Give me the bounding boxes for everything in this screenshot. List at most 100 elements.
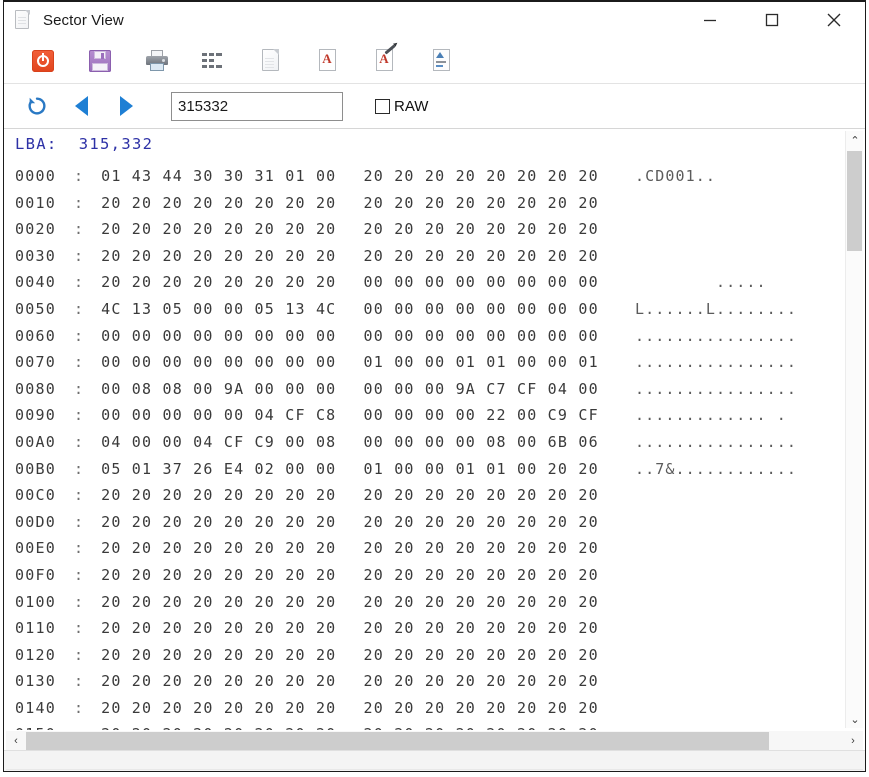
close-button[interactable] [803,2,865,38]
next-sector-button[interactable] [104,87,149,125]
hex-bytes-right: 20 20 20 20 20 20 20 20 [363,246,599,265]
pdf-page-icon: A [318,49,337,72]
hex-ascii: L......L........ [634,299,798,318]
hex-row: 0080 : 00 08 08 00 9A 00 00 00 00 00 00 … [15,376,844,403]
hex-offset: 0000 [15,167,56,185]
window-title: Sector View [43,11,124,29]
minimize-icon [704,19,716,22]
close-icon [827,13,841,27]
hex-bytes-left: 20 20 20 20 20 20 20 20 [101,645,337,664]
lba-input[interactable] [171,91,343,121]
hex-offset: 0040 [15,273,56,292]
hex-ascii: .CD001.. [634,167,716,185]
hex-row: 00C0 : 20 20 20 20 20 20 20 20 20 20 20 … [15,482,844,509]
vertical-scroll-track[interactable] [846,149,863,710]
hex-separator: : [55,379,102,398]
hex-bytes-left: 00 00 00 00 00 00 00 00 [101,326,337,345]
hex-bytes-left: 20 20 20 20 20 20 20 20 [101,193,337,212]
hex-separator: : [55,672,102,691]
hex-row: 0040 : 20 20 20 20 20 20 20 20 00 00 00 … [15,269,844,296]
hex-bytes-left: 20 20 20 20 20 20 20 20 [101,565,337,584]
hex-bytes-left: 01 43 44 30 30 31 01 00 [101,167,337,185]
scroll-left-button[interactable]: ‹ [6,731,26,751]
properties-button[interactable] [185,41,242,81]
power-stop-icon [31,49,54,72]
hex-offset: 0030 [15,246,56,265]
hex-row: 0030 : 20 20 20 20 20 20 20 20 20 20 20 … [15,243,844,270]
hex-separator: : [55,246,102,265]
hex-offset: 0090 [15,406,56,425]
report-button[interactable] [413,41,470,81]
hex-ascii: ..... [634,273,767,292]
hex-bytes-right: 20 20 20 20 20 20 20 20 [364,725,599,730]
hex-separator: : [55,512,102,531]
hex-offset: 0150 [15,725,56,730]
horizontal-scroll-track[interactable] [26,731,843,751]
hex-bytes-left: 04 00 00 04 CF C9 00 08 [101,432,337,451]
hex-bytes-right: 01 00 00 01 01 00 20 20 [363,459,599,478]
export-pdf-button[interactable]: A [299,41,356,81]
vertical-scrollbar[interactable]: ⌃ ⌄ [845,131,863,728]
hex-row: 0110 : 20 20 20 20 20 20 20 20 20 20 20 … [15,615,844,642]
hex-separator: : [55,193,102,212]
hex-row: 0050 : 4C 13 05 00 00 05 13 4C 00 00 00 … [15,296,844,323]
hex-row: 0090 : 00 00 00 00 00 04 CF C8 00 00 00 … [15,402,844,429]
annotate-pdf-button[interactable]: A [356,41,413,81]
hex-bytes-right: 20 20 20 20 20 20 20 20 [363,539,599,558]
maximize-icon [765,13,779,27]
hex-bytes-right: 20 20 20 20 20 20 20 20 [363,619,599,638]
hex-ascii: ................ [634,326,798,345]
hex-offset: 0050 [15,299,56,318]
hex-bytes-right: 00 00 00 9A C7 CF 04 00 [363,379,599,398]
raw-checkbox-box[interactable] [375,98,390,114]
hex-bytes-right: 20 20 20 20 20 20 20 20 [363,565,599,584]
hex-offset: 0100 [15,592,56,611]
hex-bytes-right: 20 20 20 20 20 20 20 20 [363,167,599,185]
hex-separator: : [56,725,101,730]
vertical-scroll-thumb[interactable] [847,151,862,251]
hex-bytes-left: 05 01 37 26 E4 02 00 00 [101,459,337,478]
scroll-up-button[interactable]: ⌃ [846,131,864,149]
minimize-button[interactable] [679,2,741,38]
toolbar: A A [4,38,865,84]
hex-separator: : [55,432,102,451]
hex-row: 0010 : 20 20 20 20 20 20 20 20 20 20 20 … [15,190,844,217]
list-properties-icon [201,51,226,71]
content-area: LBA: 315,332 0000 : 01 43 44 30 30 31 01… [4,129,865,771]
triangle-right-icon [120,96,133,116]
maximize-button[interactable] [741,2,803,38]
hex-separator: : [55,486,102,505]
previous-sector-button[interactable] [59,87,104,125]
new-document-button[interactable] [242,41,299,81]
hex-bytes-left: 00 08 08 00 9A 00 00 00 [101,379,337,398]
hex-bytes-left: 20 20 20 20 20 20 20 20 [101,486,337,505]
scroll-right-button[interactable]: › [843,731,863,751]
hex-ascii: ................ [634,353,798,372]
hex-bytes-left: 20 20 20 20 20 20 20 20 [101,672,337,691]
document-icon [15,9,32,31]
close-sector-view-button[interactable] [14,41,71,81]
hex-bytes-left: 20 20 20 20 20 20 20 20 [101,592,337,611]
raw-checkbox[interactable]: RAW [375,98,428,115]
hex-row: 0150 : 20 20 20 20 20 20 20 20 20 20 20 … [15,721,844,730]
hex-separator: : [55,592,102,611]
hex-bytes-right: 20 20 20 20 20 20 20 20 [363,193,599,212]
hex-offset: 0080 [15,379,56,398]
hex-bytes-left: 00 00 00 00 00 00 00 00 [101,353,337,372]
hex-viewer[interactable]: LBA: 315,332 0000 : 01 43 44 30 30 31 01… [4,129,844,730]
scroll-down-button[interactable]: ⌄ [846,710,864,728]
status-bar [4,750,865,771]
hex-bytes-left: 20 20 20 20 20 20 20 20 [101,698,337,717]
print-button[interactable] [128,41,185,81]
raw-checkbox-label: RAW [394,97,429,115]
hex-bytes-left: 20 20 20 20 20 20 20 20 [101,246,337,265]
hex-ascii: ............. . [634,406,787,425]
save-button[interactable] [71,41,128,81]
hex-offset: 00D0 [15,512,56,531]
refresh-button[interactable] [14,87,59,125]
horizontal-scrollbar[interactable]: ‹ › [6,731,863,751]
lba-label: LBA: 315,332 [15,135,154,153]
hex-bytes-right: 20 20 20 20 20 20 20 20 [363,486,599,505]
hex-bytes-right: 00 00 00 00 00 00 00 00 [363,326,599,345]
horizontal-scroll-thumb[interactable] [26,732,770,750]
